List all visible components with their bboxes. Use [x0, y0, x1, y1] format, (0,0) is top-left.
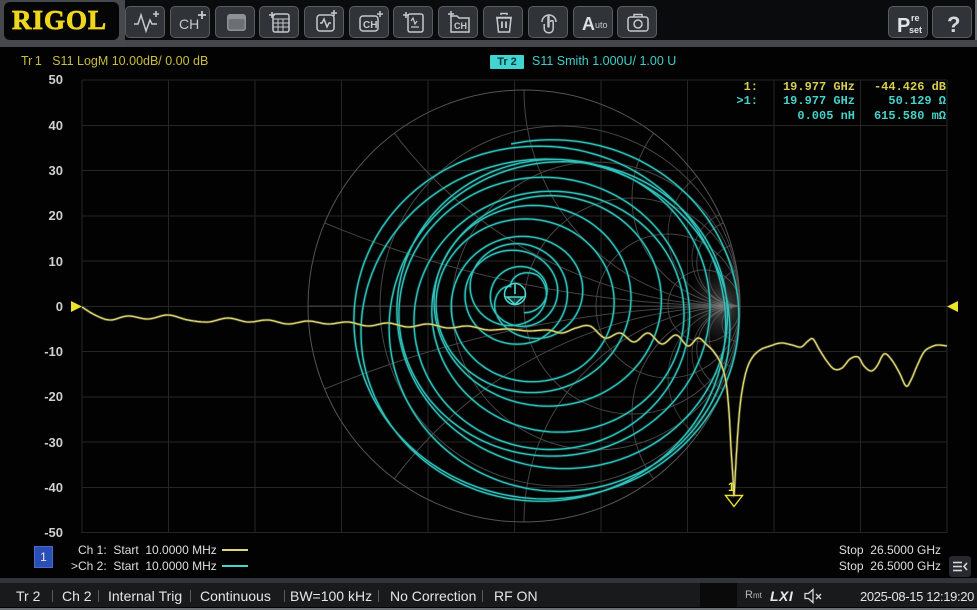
svg-text:1: 1 [728, 480, 735, 494]
